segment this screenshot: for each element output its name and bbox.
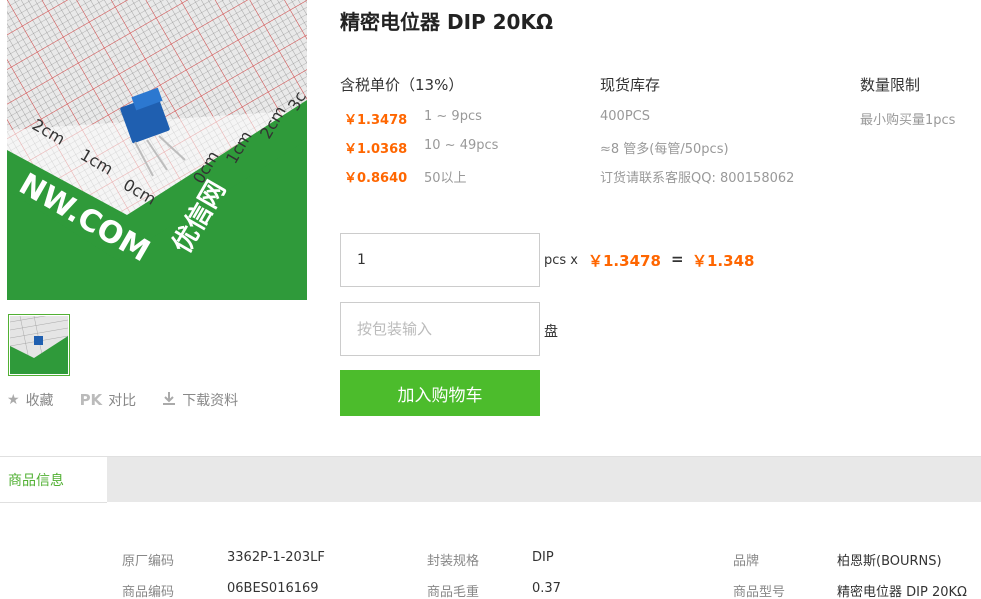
limit-header: 数量限制 [860, 76, 921, 94]
stock-header: 现货库存 [600, 76, 661, 94]
star-icon: ★ [7, 392, 20, 408]
download-icon [162, 391, 176, 409]
spec-label: 商品毛重 [427, 585, 480, 599]
unit-price: ￥1.3478 [588, 252, 661, 270]
spec-value: 柏恩斯(BOURNS) [837, 554, 942, 569]
favorite-label: 收藏 [25, 393, 54, 409]
stock-contact: 订货请联系客服QQ: 800158062 [600, 171, 795, 186]
spec-label: 原厂编码 [122, 554, 175, 569]
spec-label: 封装规格 [427, 554, 480, 569]
tier-range: 10 ~ 49pcs [424, 138, 499, 153]
product-actions: ★ 收藏 PK 对比 下载资料 [7, 389, 264, 411]
spec-value: 精密电位器 DIP 20KΩ [837, 585, 967, 599]
stock-tubes: ≈8 管多(每管/50pcs) [600, 142, 729, 157]
tab-bar: 商品信息 [0, 456, 981, 503]
price-tier: ￥0.8640 [344, 167, 407, 186]
spec-label: 品牌 [733, 554, 760, 569]
price-header: 含税单价（13%） [340, 76, 464, 94]
quantity-input[interactable] [340, 233, 540, 287]
spec-value: 06BES016169 [227, 581, 319, 596]
equals-sign: = [671, 250, 684, 268]
tier-price: ￥1.3478 [344, 113, 408, 128]
product-thumbnail[interactable] [8, 314, 70, 376]
limit-text: 最小购买量1pcs [860, 113, 956, 128]
spec-value: 3362P-1-203LF [227, 550, 325, 565]
package-input[interactable] [340, 302, 540, 356]
product-main-image: 2cm 1cm 0cm 0cm 1cm 2cm 3c NW.COM 优信网 [7, 0, 307, 300]
total-price: ￥1.348 [692, 252, 755, 270]
download-button[interactable]: 下载资料 [162, 390, 238, 410]
compare-label: 对比 [108, 393, 137, 409]
tier-price: ￥1.0368 [344, 142, 408, 157]
tab-product-info[interactable]: 商品信息 [0, 457, 107, 503]
spec-value: DIP [532, 550, 554, 565]
stock-quantity: 400PCS [600, 109, 650, 124]
tier-range: 1 ~ 9pcs [424, 109, 482, 124]
compare-button[interactable]: PK 对比 [80, 390, 137, 410]
pk-icon: PK [79, 391, 103, 409]
price-tier: ￥1.3478 [344, 109, 407, 128]
add-to-cart-button[interactable]: 加入购物车 [340, 370, 540, 416]
package-unit-label: 盘 [544, 324, 558, 340]
spec-label: 商品型号 [733, 585, 786, 599]
tier-range: 50以上 [424, 171, 467, 186]
spec-label: 商品编码 [122, 585, 175, 599]
tier-price: ￥0.8640 [344, 171, 408, 186]
pcs-unit-label: pcs x [544, 253, 578, 268]
spec-value: 0.37 [532, 581, 561, 596]
product-title: 精密电位器 DIP 20KΩ [340, 10, 553, 34]
download-label: 下载资料 [182, 393, 239, 409]
favorite-button[interactable]: ★ 收藏 [7, 390, 54, 410]
price-tier: ￥1.0368 [344, 138, 407, 157]
